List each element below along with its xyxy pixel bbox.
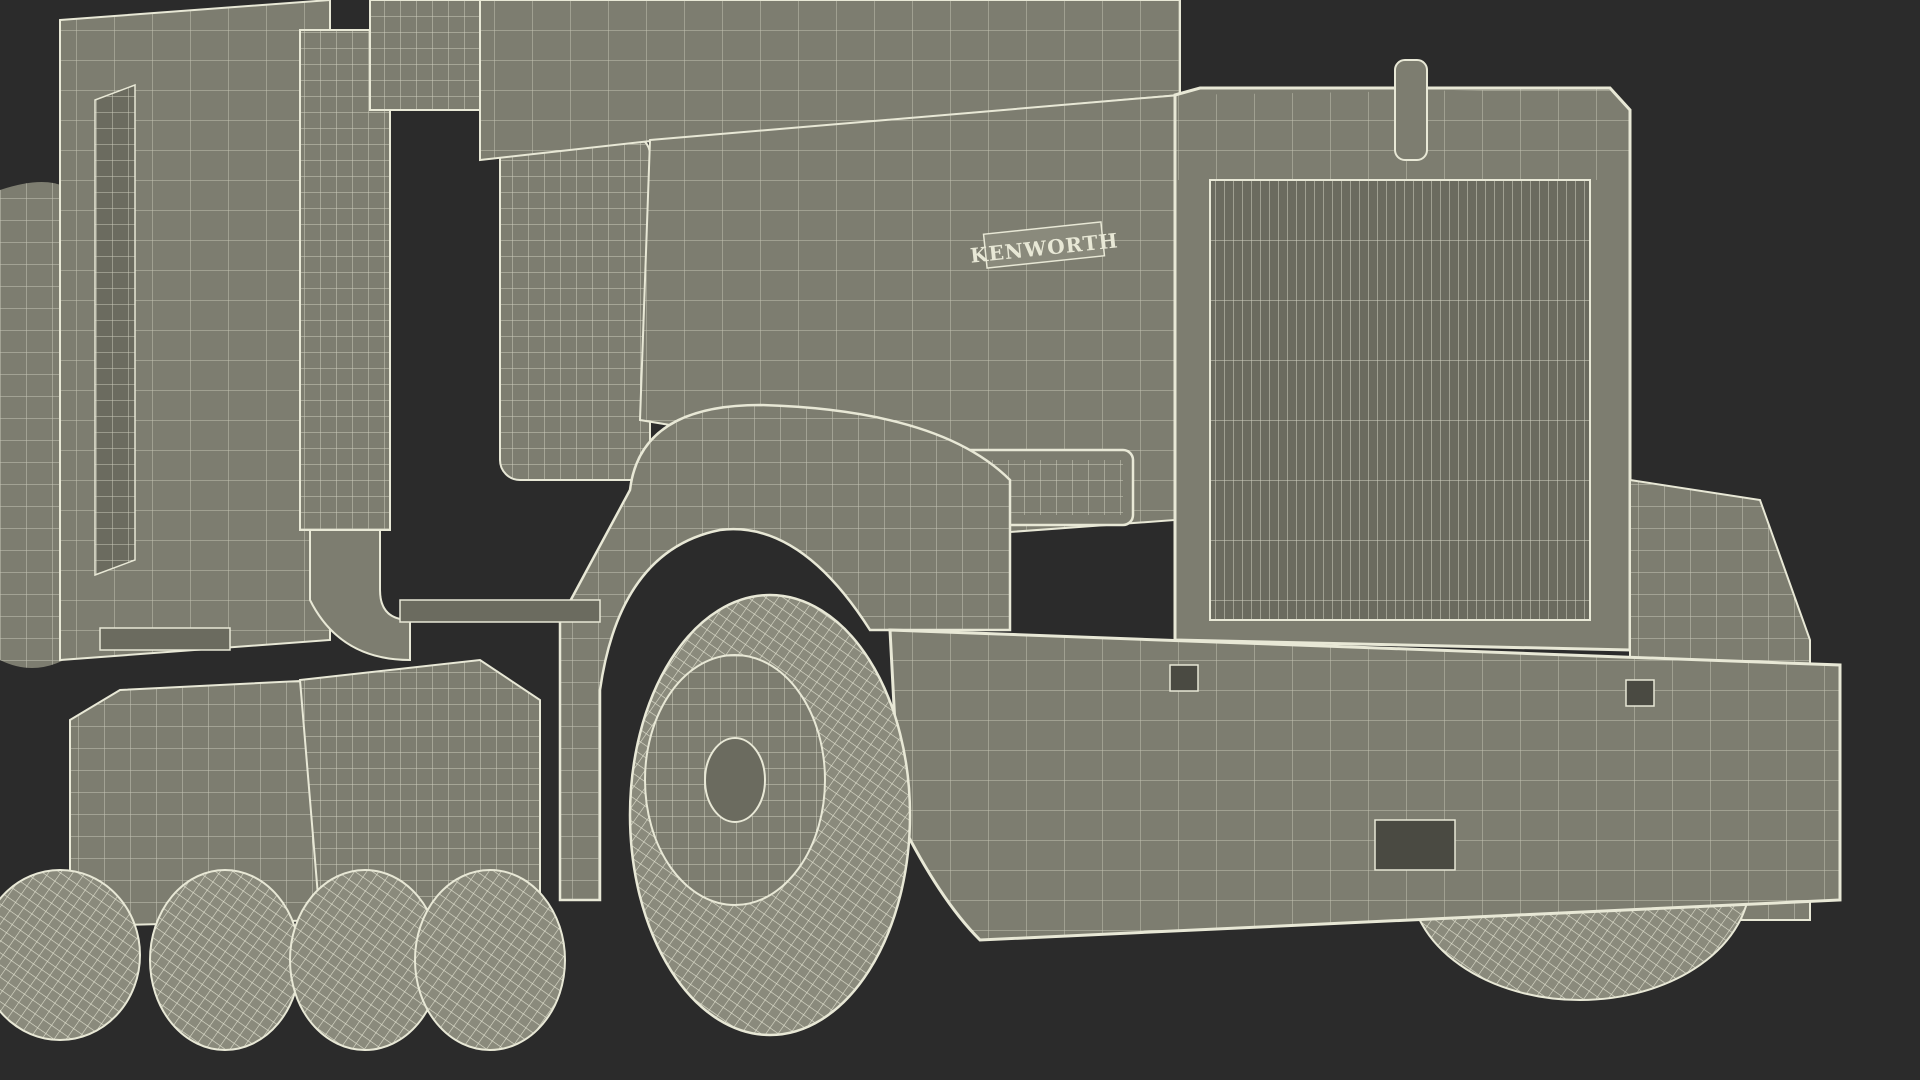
front-bumper — [888, 628, 1842, 942]
sleeper-cab — [59, 0, 331, 662]
air-cleaner — [499, 134, 651, 481]
front-tire-left — [628, 593, 912, 1037]
truck-wireframe-render: KENWORTH — [0, 0, 1920, 1080]
radiator-grille — [1173, 59, 1632, 652]
